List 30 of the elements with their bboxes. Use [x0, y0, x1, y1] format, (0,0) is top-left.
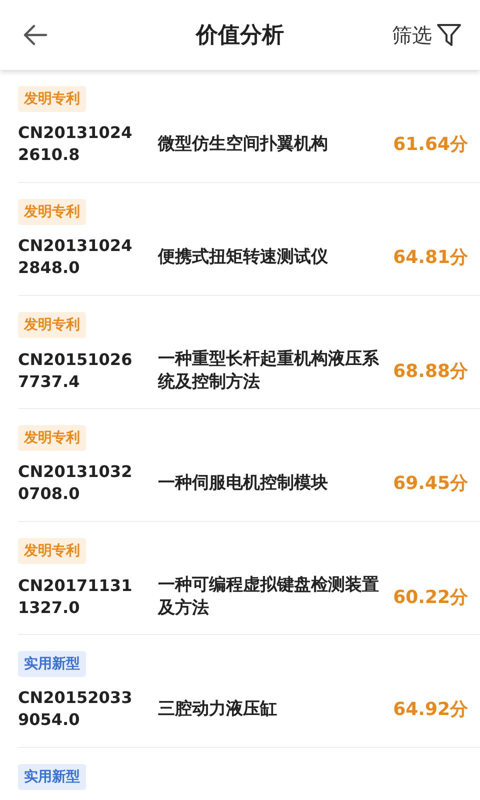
back-arrow-icon [22, 24, 48, 46]
patent-title[interactable]: 一种可编程虚拟键盘检测装置及方法 [158, 574, 394, 620]
back-button[interactable] [22, 24, 48, 46]
patent-number: CN20131024 2848.0 [18, 235, 134, 279]
patent-type-tag: 实用新型 [18, 764, 86, 790]
page-title: 价值分析 [196, 22, 284, 50]
patent-title[interactable]: 一种伺服电机控制模块 [158, 472, 394, 494]
patent-type-tag: 实用新型 [18, 651, 86, 677]
patent-type-tag: 发明专利 [18, 86, 86, 112]
patent-title[interactable]: 一种重型长杆起重机构液压系统及控制方法 [158, 348, 394, 394]
value-score: 68.88分 [393, 360, 468, 383]
filter-button[interactable]: 筛选 [392, 22, 462, 48]
value-score: 61.64分 [393, 133, 468, 156]
patent-type-tag: 发明专利 [18, 199, 86, 225]
patent-title[interactable]: 便携式扭矩转速测试仪 [158, 246, 394, 268]
patent-number: CN20152033 9054.0 [18, 687, 134, 731]
value-score: 60.22分 [393, 586, 468, 609]
value-score: 64.81分 [393, 246, 468, 269]
patent-number: CN20131032 0708.0 [18, 461, 134, 505]
patent-type-tag: 发明专利 [18, 425, 86, 451]
patent-title[interactable]: 微型仿生空间扑翼机构 [158, 132, 394, 156]
patent-number: CN20151026 7737.4 [18, 349, 134, 393]
patent-type-tag: 发明专利 [18, 538, 86, 564]
filter-icon [436, 22, 462, 48]
patent-number: CN20131024 2610.8 [18, 122, 134, 166]
value-score: 69.45分 [393, 472, 468, 495]
value-score: 64.92分 [393, 698, 468, 721]
patent-number: CN20171131 1327.0 [18, 575, 134, 619]
patent-title[interactable]: 三腔动力液压缸 [158, 698, 394, 720]
patent-type-tag: 发明专利 [18, 312, 86, 338]
